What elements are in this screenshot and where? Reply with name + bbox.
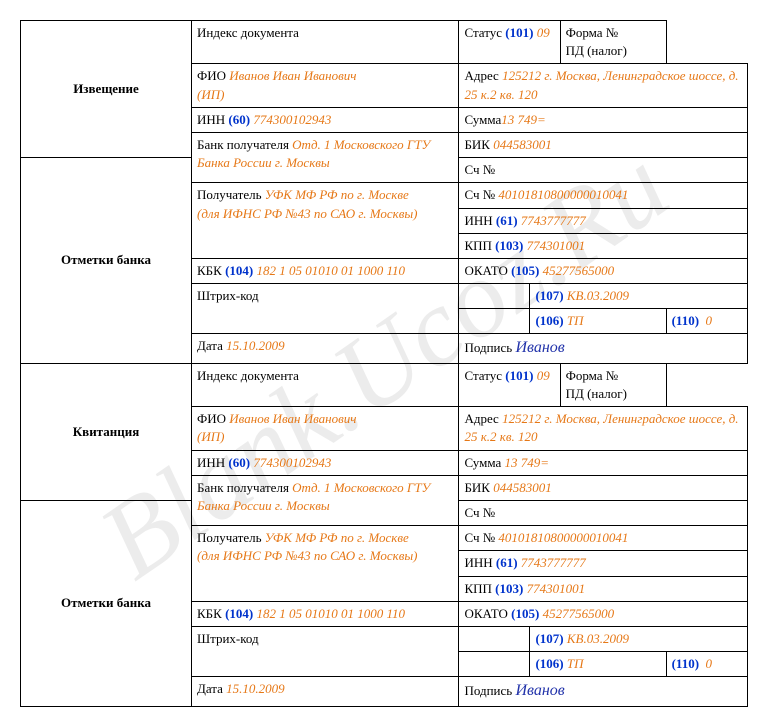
empty3 <box>459 626 530 651</box>
fio-cell: ФИО Иванов Иван Иванович (ИП) <box>192 64 459 107</box>
sum-cell2: Сумма 13 749= <box>459 450 748 475</box>
form-num2: Форма № ПД (налог) <box>560 363 666 406</box>
sign-cell: Подпись Иванов <box>459 334 748 363</box>
inn60-label: ИНН <box>197 112 225 127</box>
schno-cell2: Сч № 40101810800000010041 <box>459 526 748 551</box>
doc-index2: Индекс документа <box>192 363 459 406</box>
ip-value: (ИП) <box>197 87 224 102</box>
inn60-cell2: ИНН (60) 774300102943 <box>192 450 459 475</box>
inn61-cell2: ИНН (61) 7743777777 <box>459 551 748 576</box>
status-value: 09 <box>537 25 550 40</box>
code-107: (107) <box>535 288 563 303</box>
bank-marks: Отметки банка <box>21 158 192 364</box>
c110-value: 0 <box>706 313 713 328</box>
empty2 <box>459 309 530 334</box>
schno-cell: Сч № 40101810800000010041 <box>459 183 748 208</box>
doc-index: Индекс документа <box>192 21 459 64</box>
recv-label: Получатель <box>197 187 262 202</box>
code-103: (103) <box>495 238 523 253</box>
kbk-value: 182 1 05 01010 01 1000 110 <box>256 263 405 278</box>
c107-cell: (107) КВ.03.2009 <box>530 284 748 309</box>
barcode-cell: Штрих-код <box>192 284 459 334</box>
date-cell2: Дата 15.10.2009 <box>192 677 459 706</box>
code-61: (61) <box>496 213 518 228</box>
addr-cell: Адрес 125212 г. Москва, Ленинградское шо… <box>459 64 748 107</box>
addr-cell2: Адрес 125212 г. Москва, Ленинградское шо… <box>459 407 748 450</box>
recv-value: УФК МФ РФ по г. Москве <box>265 187 409 202</box>
receipt-title: Квитанция <box>21 363 192 500</box>
sch-empty2: Сч № <box>459 500 748 525</box>
inn60-value: 774300102943 <box>253 112 331 127</box>
bik-cell: БИК 044583001 <box>459 132 748 157</box>
code-105: (105) <box>511 263 539 278</box>
bank-cell2: Банк получателя Отд. 1 Московского ГТУ Б… <box>192 475 459 525</box>
addr-value: 125212 г. Москва, Ленинградское шоссе, д… <box>464 68 738 101</box>
kpp-label: КПП <box>464 238 491 253</box>
code-60: (60) <box>228 112 250 127</box>
c110-cell: (110) 0 <box>666 309 747 334</box>
recv-cell2: Получатель УФК МФ РФ по г. Москве(для ИФ… <box>192 526 459 602</box>
c107-value: КВ.03.2009 <box>567 288 629 303</box>
fio-cell2: ФИО Иванов Иван Иванович(ИП) <box>192 407 459 450</box>
date-value: 15.10.2009 <box>226 338 285 353</box>
inn61-cell: ИНН (61) 7743777777 <box>459 208 748 233</box>
bik-cell2: БИК 044583001 <box>459 475 748 500</box>
okato-cell2: ОКАТО (105) 45277565000 <box>459 601 748 626</box>
kbk-cell: КБК (104) 182 1 05 01010 01 1000 110 <box>192 258 459 283</box>
sch-empty: Сч № <box>459 158 748 183</box>
kpp-cell: КПП (103) 774301001 <box>459 233 748 258</box>
sum-label: Сумма <box>464 112 501 127</box>
code-110: (110) <box>672 313 699 328</box>
bank-label: Банк получателя <box>197 137 289 152</box>
recv-cell: Получатель УФК МФ РФ по г. Москве (для ИФ… <box>192 183 459 259</box>
fio-label: ФИО <box>197 68 226 83</box>
okato-cell: ОКАТО (105) 45277565000 <box>459 258 748 283</box>
inn61-value: 7743777777 <box>521 213 586 228</box>
bank-marks2: Отметки банка <box>21 500 192 706</box>
form-num: Форма № ПД (налог) <box>560 21 666 64</box>
kbk-cell2: КБК (104) 182 1 05 01010 01 1000 110 <box>192 601 459 626</box>
kpp-value: 774301001 <box>527 238 586 253</box>
sum-cell: Сумма13 749= <box>459 107 748 132</box>
schno-label: Сч № <box>464 187 495 202</box>
addr-label: Адрес <box>464 68 498 83</box>
code-104: (104) <box>225 263 253 278</box>
date-label: Дата <box>197 338 223 353</box>
recv2-value: (для ИФНС РФ №43 по САО г. Москвы) <box>197 206 418 221</box>
status-label: Статус <box>464 25 502 40</box>
date-cell: Дата 15.10.2009 <box>192 334 459 363</box>
status-cell2: Статус (101) 09 <box>459 363 560 406</box>
notice-title: Извещение <box>21 21 192 158</box>
inn60-cell: ИНН (60) 774300102943 <box>192 107 459 132</box>
signature: Иванов <box>515 339 564 356</box>
bik-value: 044583001 <box>493 137 552 152</box>
kpp-cell2: КПП (103) 774301001 <box>459 576 748 601</box>
c107-cell2: (107) КВ.03.2009 <box>530 626 748 651</box>
okato-value: 45277565000 <box>543 263 615 278</box>
sign-cell2: Подпись Иванов <box>459 677 748 706</box>
c106-cell: (106) ТП <box>530 309 666 334</box>
barcode-cell2: Штрих-код <box>192 626 459 676</box>
code-106: (106) <box>535 313 563 328</box>
payment-form: Извещение Индекс документа Статус (101) … <box>20 20 748 707</box>
fio-value: Иванов Иван Иванович <box>229 68 356 83</box>
okato-label: ОКАТО <box>464 263 507 278</box>
schno-value: 40101810800000010041 <box>498 187 628 202</box>
c106-value: ТП <box>567 313 584 328</box>
code-101: (101) <box>505 25 533 40</box>
inn61-label: ИНН <box>464 213 492 228</box>
status-cell: Статус (101) 09 <box>459 21 560 64</box>
sum-value: 13 749= <box>501 112 546 127</box>
sign-label: Подпись <box>464 340 512 355</box>
bik-label: БИК <box>464 137 490 152</box>
kbk-label: КБК <box>197 263 222 278</box>
bank-cell: Банк получателя Отд. 1 Московского ГТУ Б… <box>192 132 459 182</box>
empty1 <box>459 284 530 309</box>
